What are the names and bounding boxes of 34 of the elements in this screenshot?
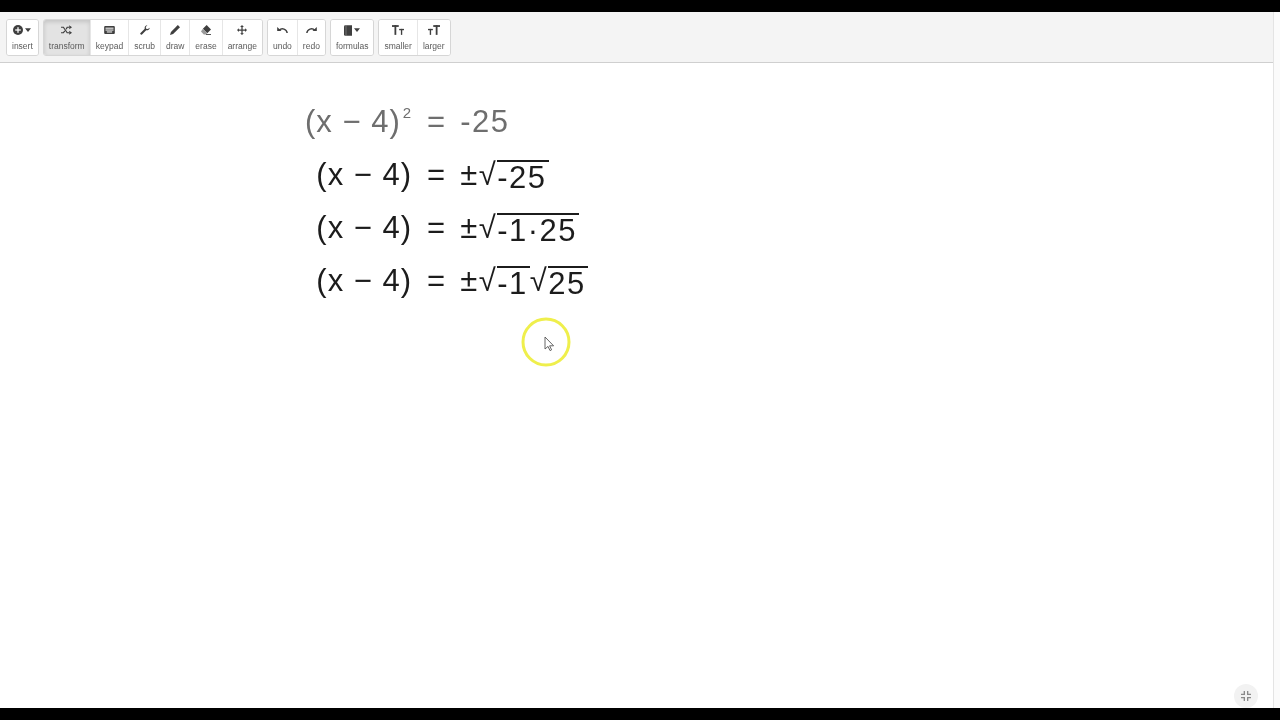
equals-sign: =: [427, 262, 446, 299]
toolbar-button[interactable]: insert: [7, 20, 38, 55]
text-size-icon: [392, 25, 405, 35]
keyboard-icon: [103, 26, 115, 34]
undo-icon: [276, 26, 288, 34]
equals-sign: =: [427, 156, 446, 193]
math-right-side[interactable]: ±√-1√25: [460, 262, 588, 299]
scrollbar-track[interactable]: [1273, 12, 1280, 708]
redo-icon: [305, 26, 317, 34]
move-arrows-icon: [237, 25, 248, 35]
equals-sign: =: [427, 209, 446, 246]
math-left-side[interactable]: (x − 4): [316, 209, 413, 246]
circle-plus-icon: [13, 25, 24, 35]
pointer-cursor-icon: [521, 317, 571, 367]
toolbar-button[interactable]: arrange: [221, 20, 262, 55]
eraser-icon: [201, 25, 211, 35]
toolbar-button[interactable]: formulas: [330, 20, 374, 55]
exit-fullscreen-icon: [1241, 691, 1251, 701]
toolbar-button[interactable]: transform: [43, 20, 90, 55]
shuffle-icon: [61, 25, 73, 35]
book-icon: [344, 24, 353, 36]
math-right-side[interactable]: ±√-25: [460, 156, 549, 193]
toolbar-button[interactable]: redo: [296, 20, 325, 55]
pencil-icon: [170, 25, 181, 35]
exit-fullscreen-button[interactable]: [1234, 684, 1258, 708]
equals-sign: =: [427, 103, 446, 140]
text-size-icon: [427, 25, 440, 35]
math-left-side[interactable]: (x − 4)$^{2}$: [305, 103, 413, 140]
wrench-icon: [139, 25, 150, 35]
math-left-side[interactable]: (x − 4): [316, 156, 413, 193]
math-right-side[interactable]: ±√-1·25: [460, 209, 580, 246]
math-left-side[interactable]: (x − 4): [316, 262, 413, 299]
math-right-side[interactable]: -25: [460, 103, 510, 140]
toolbar-button[interactable]: larger: [416, 20, 450, 55]
